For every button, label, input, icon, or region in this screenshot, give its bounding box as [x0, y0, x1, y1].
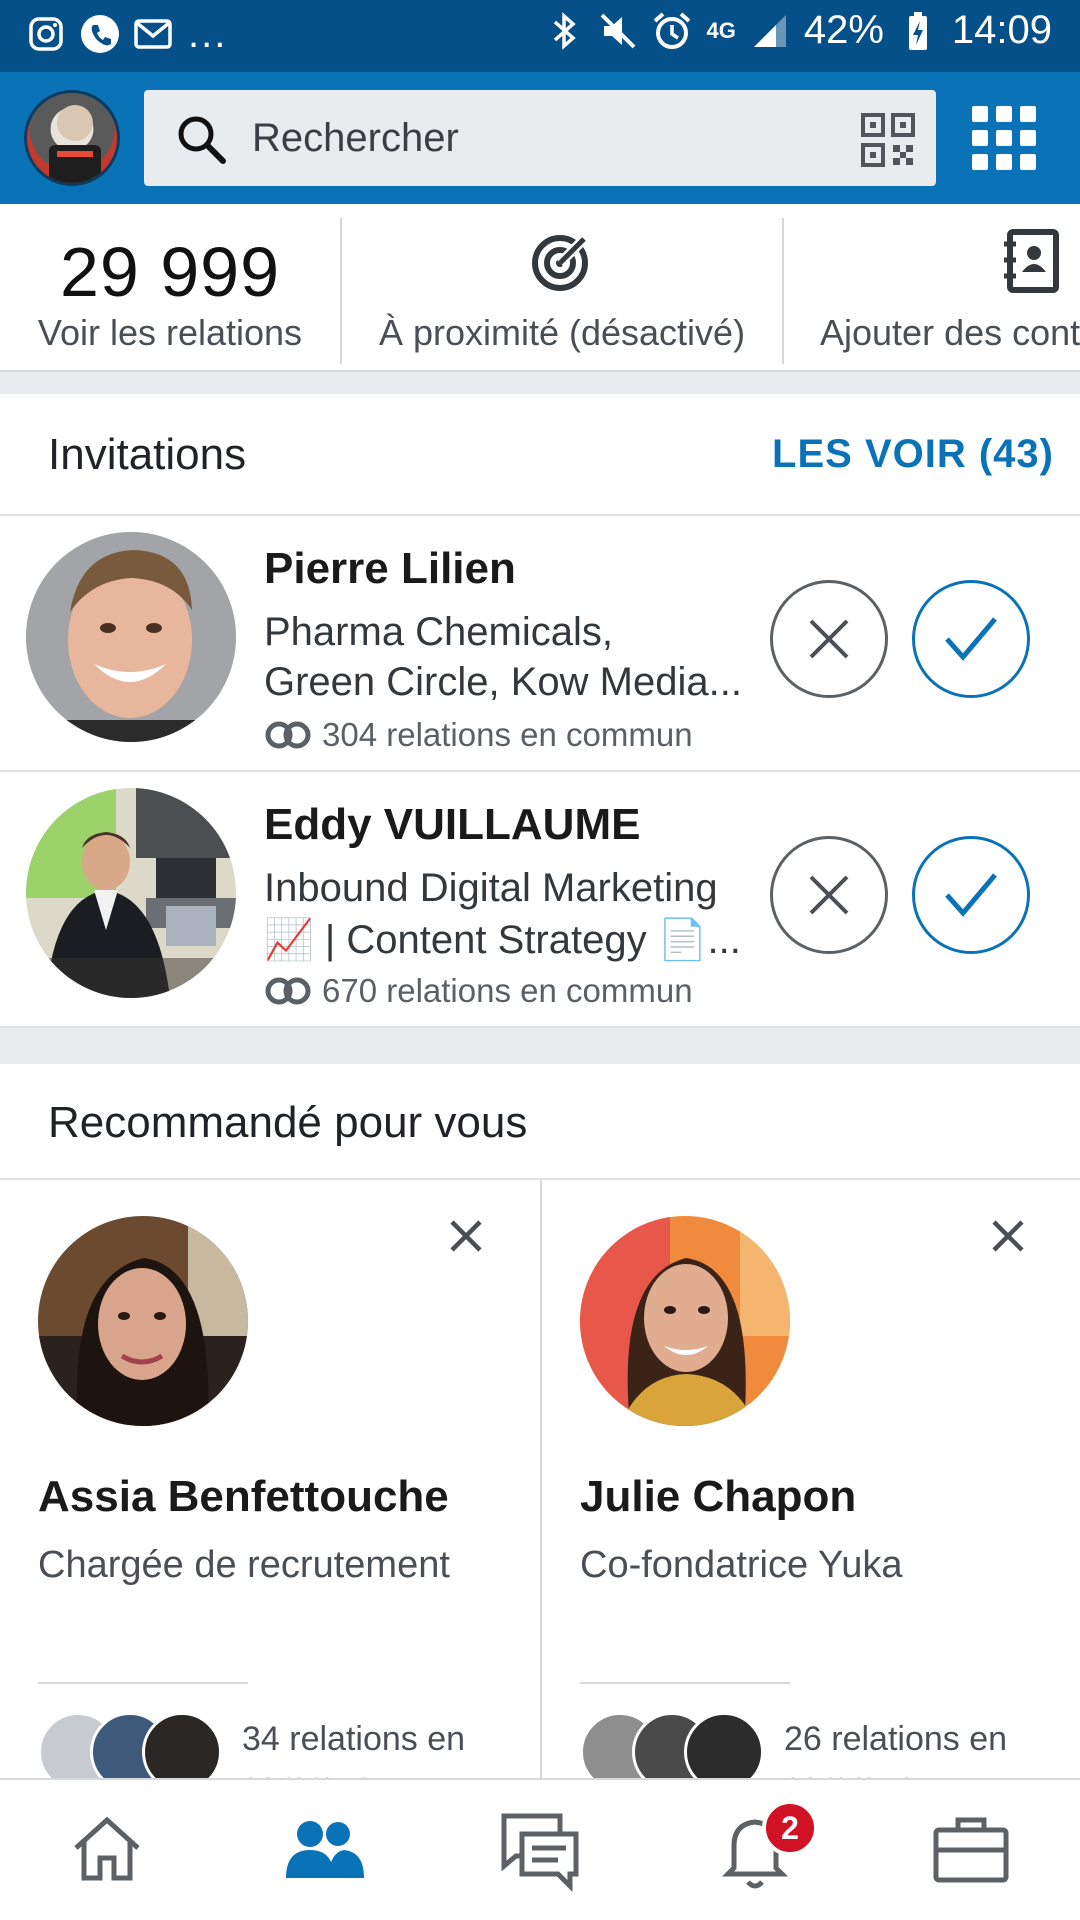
profile-avatar[interactable]	[24, 90, 120, 186]
network-stats: 29 999 Voir les relations À proximité (d…	[0, 204, 1080, 372]
see-all-invitations-link[interactable]: LES VOIR (43)	[772, 432, 1054, 477]
search-bar[interactable]: Rechercher	[144, 90, 936, 186]
recommendation-card[interactable]: Julie Chapon Co-fondatrice Yuka 26 relat…	[542, 1180, 1080, 1804]
accept-invitation-button[interactable]	[912, 836, 1030, 954]
recommendation-headline: Chargée de recrutement	[38, 1544, 450, 1586]
messaging-tab[interactable]	[494, 1804, 584, 1894]
section-gap	[0, 1028, 1080, 1064]
invitation-photo[interactable]	[26, 788, 236, 998]
recommended-header: Recommandé pour vous	[0, 1064, 1080, 1180]
invitations-title: Invitations	[48, 430, 247, 479]
ignore-invitation-button[interactable]	[770, 836, 888, 954]
bluetooth-icon	[544, 11, 584, 51]
more-notifications: ...	[188, 12, 228, 56]
recommendation-photo[interactable]	[38, 1216, 248, 1426]
recommendation-headline: Co-fondatrice Yuka	[580, 1544, 903, 1586]
mutual-connections-icon	[265, 977, 311, 1005]
home-icon	[74, 1816, 140, 1881]
radar-icon	[532, 233, 590, 291]
mute-icon	[598, 11, 638, 51]
apps-grid-icon[interactable]	[972, 106, 1036, 170]
invitation-name[interactable]: Eddy VUILLAUME	[264, 800, 640, 850]
instagram-icon	[26, 14, 66, 54]
alarm-icon	[652, 11, 692, 51]
invitation-row[interactable]: Pierre Lilien Pharma Chemicals, Green Ci…	[0, 516, 1080, 772]
search-input[interactable]: Rechercher	[252, 116, 459, 161]
my-network-icon	[286, 1821, 364, 1878]
invitation-headline: 📈 | Content Strategy 📄...	[264, 918, 741, 962]
battery-level: 42%	[803, 8, 884, 52]
my-network-tab[interactable]	[278, 1804, 368, 1894]
section-gap	[0, 372, 1080, 394]
nearby-stat[interactable]: À proximité (désactivé)	[342, 204, 782, 372]
connections-label: Voir les relations	[37, 312, 303, 353]
invitation-photo[interactable]	[26, 532, 236, 742]
check-icon	[945, 617, 997, 661]
search-icon	[174, 112, 230, 168]
add-contacts-label: Ajouter des contacts	[820, 312, 1080, 353]
connections-stat[interactable]: 29 999 Voir les relations	[0, 204, 340, 372]
app-bar: Rechercher	[0, 72, 1080, 204]
battery-charging-icon	[898, 11, 938, 51]
jobs-tab[interactable]	[926, 1804, 1016, 1894]
recommendation-photo[interactable]	[580, 1216, 790, 1426]
check-icon	[945, 873, 997, 917]
phone-icon	[80, 14, 120, 54]
mail-icon	[134, 14, 174, 54]
invitation-headline: Inbound Digital Marketing	[264, 866, 718, 910]
invitation-headline: Pharma Chemicals,	[264, 610, 614, 654]
address-book-icon	[1004, 229, 1059, 293]
invitations-header: Invitations LES VOIR (43)	[0, 394, 1080, 516]
invitation-name[interactable]: Pierre Lilien	[264, 544, 516, 594]
network-type: 4G	[706, 17, 736, 43]
mutual-connections-text: 304 relations en commun	[322, 716, 693, 753]
accept-invitation-button[interactable]	[912, 580, 1030, 698]
ignore-invitation-button[interactable]	[770, 580, 888, 698]
invitation-row[interactable]: Eddy VUILLAUME Inbound Digital Marketing…	[0, 772, 1080, 1028]
dismiss-recommendation-button[interactable]	[988, 1216, 1028, 1256]
dismiss-recommendation-button[interactable]	[446, 1216, 486, 1256]
mutual-connections[interactable]: 304 relations en commun	[264, 716, 693, 754]
signal-icon	[750, 11, 790, 51]
recommendation-name[interactable]: Julie Chapon	[580, 1472, 856, 1522]
close-icon	[809, 619, 849, 659]
mutual-connections[interactable]: 670 relations en commun	[264, 972, 693, 1010]
close-icon	[992, 1220, 1024, 1252]
qr-code-icon[interactable]	[860, 112, 916, 168]
notifications-badge: 2	[762, 1800, 818, 1856]
messaging-icon	[501, 1813, 579, 1893]
recommended-title: Recommandé pour vous	[48, 1098, 528, 1147]
home-tab[interactable]	[62, 1804, 152, 1894]
invitation-headline: Green Circle, Kow Media...	[264, 660, 742, 704]
mutual-connections-icon	[265, 721, 311, 749]
add-contacts-stat[interactable]: Ajouter des contacts	[784, 204, 1080, 372]
close-icon	[809, 875, 849, 915]
status-bar: ... 4G 42% 14:09	[0, 0, 1080, 72]
close-icon	[450, 1220, 482, 1252]
divider	[38, 1682, 248, 1684]
recommendation-card[interactable]: Assia Benfettouche Chargée de recrutemen…	[0, 1180, 540, 1804]
jobs-icon	[933, 1817, 1009, 1883]
nearby-label: À proximité (désactivé)	[378, 312, 746, 353]
recommendation-name[interactable]: Assia Benfettouche	[38, 1472, 449, 1522]
clock: 14:09	[951, 8, 1052, 52]
mutual-connections-text: 670 relations en commun	[322, 972, 693, 1009]
connections-count: 29 999	[59, 233, 281, 311]
divider	[580, 1682, 790, 1684]
bottom-navigation: 2	[0, 1778, 1080, 1920]
